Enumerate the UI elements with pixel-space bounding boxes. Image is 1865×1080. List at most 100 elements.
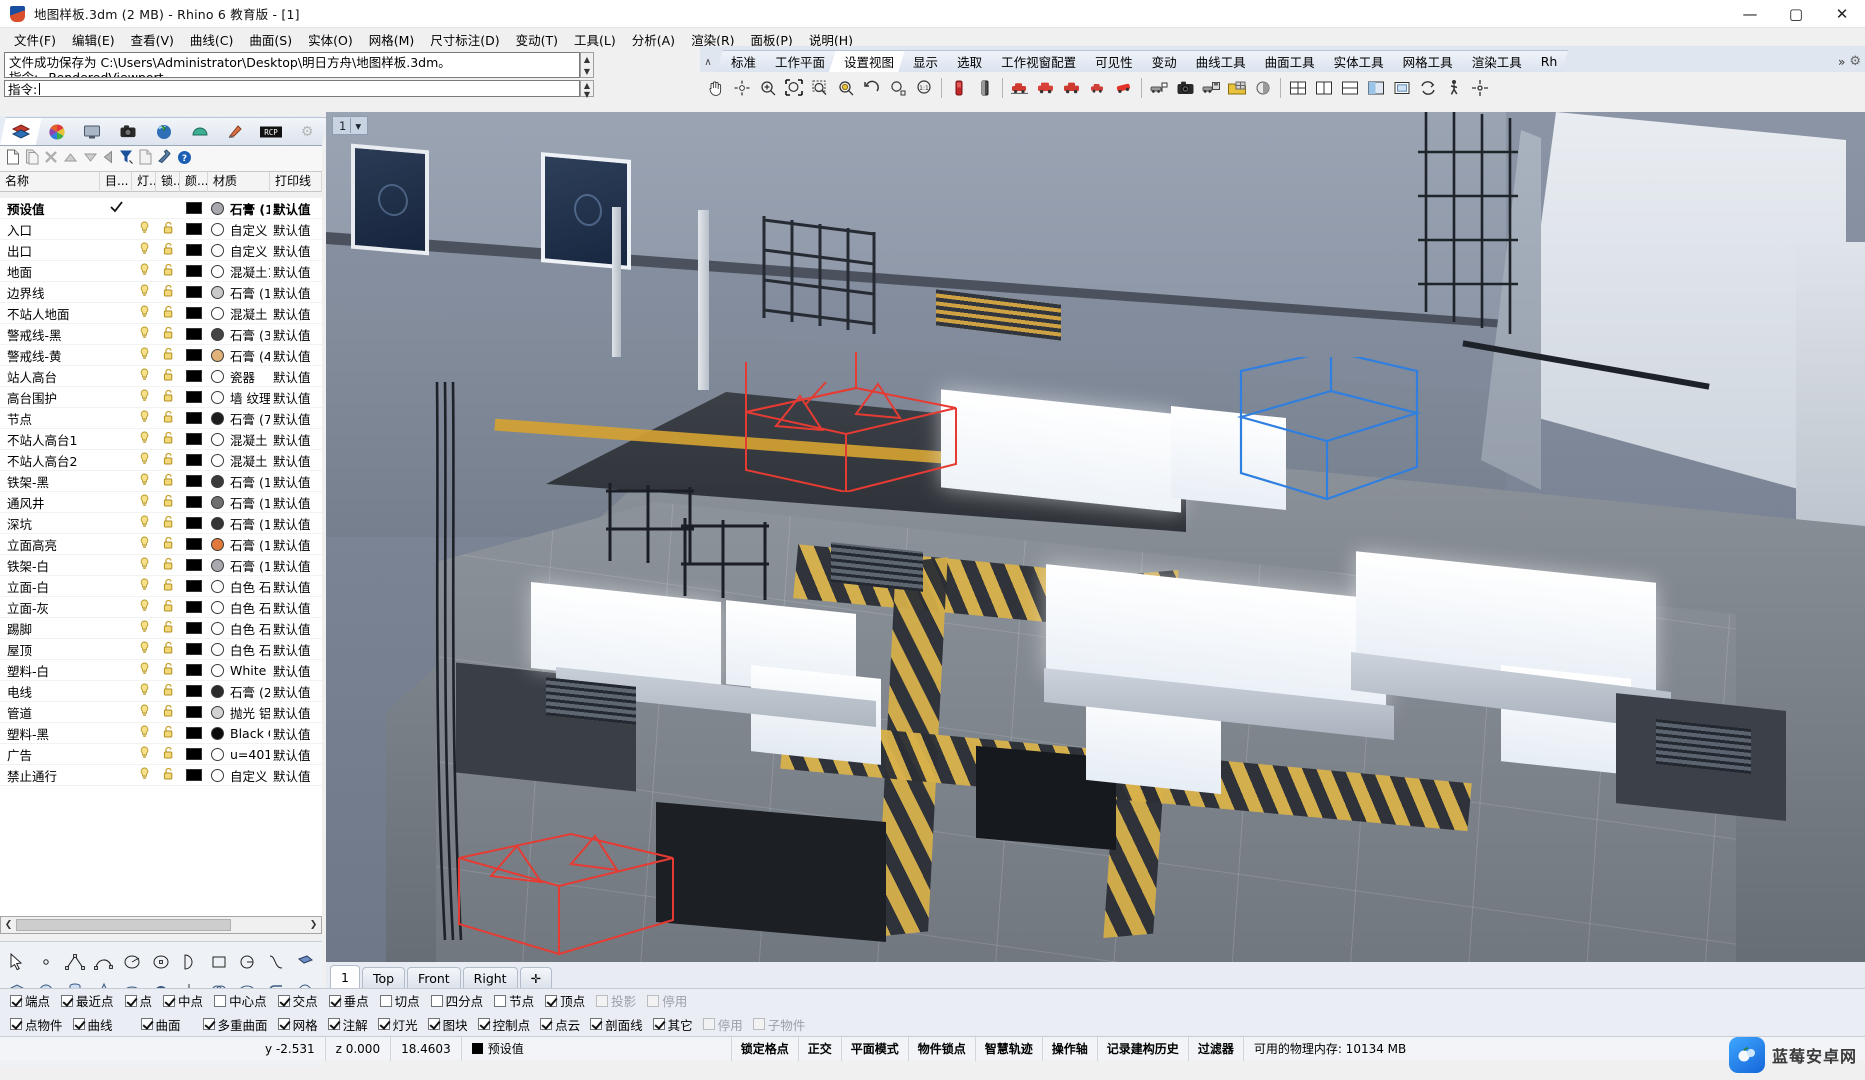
layer-print-width[interactable]: 默认值 (270, 703, 322, 722)
checkbox-icon[interactable] (379, 994, 392, 1007)
layer-material[interactable]: 石膏 (13) (208, 535, 270, 554)
viewport-dropdown-icon[interactable]: ▾ (355, 119, 365, 133)
layer-row[interactable]: 通风井 石膏 (11)默认值 (0, 492, 322, 513)
delete-layer-icon[interactable] (44, 150, 58, 167)
layer-lock-icon[interactable] (156, 683, 180, 699)
checkbox-icon[interactable] (72, 1018, 85, 1030)
checkbox-icon[interactable] (10, 994, 22, 1007)
layer-lock-icon[interactable] (156, 536, 180, 552)
surface-from-points-icon[interactable] (291, 948, 318, 975)
layer-row[interactable]: 深坑 石膏 (12)默认值 (0, 513, 322, 534)
tab-solid-tools[interactable]: 实体工具 (1319, 50, 1395, 72)
set-view-side-icon[interactable] (973, 76, 997, 100)
layer-print-width[interactable]: 默认值 (270, 409, 322, 428)
menu-item-dimension[interactable]: 尺寸标注(D) (422, 28, 507, 51)
checkbox-icon[interactable] (10, 1018, 22, 1030)
status-button-record-history[interactable]: 记录建构历史 (1098, 1036, 1189, 1061)
layer-lock-icon[interactable] (156, 305, 180, 321)
osnap-checkbox-4[interactable]: 中心点 (214, 991, 267, 1010)
layer-color-swatch[interactable] (180, 328, 208, 340)
layer-material[interactable]: 石膏 (10) (208, 472, 270, 491)
status-button-smarttrack[interactable]: 智慧轨迹 (976, 1036, 1043, 1061)
osnap-checkbox-8[interactable]: 四分点 (430, 991, 483, 1010)
layer-visibility-icon[interactable] (132, 515, 156, 531)
menu-item-solid[interactable]: 实体(O) (300, 28, 361, 51)
layer-color-swatch[interactable] (180, 664, 208, 676)
layer-lock-icon[interactable] (156, 221, 180, 237)
tab-visibility[interactable]: 可见性 (1080, 50, 1144, 72)
layer-row[interactable]: 广告 u=4011...默认值 (0, 744, 322, 765)
layer-color-swatch[interactable] (180, 412, 208, 424)
layer-visibility-icon[interactable] (132, 767, 156, 783)
column-header-current[interactable]: 目... (100, 171, 132, 192)
checkbox-icon[interactable] (277, 994, 290, 1007)
layer-print-width[interactable]: 默认值 (270, 367, 322, 386)
status-button-osnap[interactable]: 物件锁点 (909, 1036, 976, 1061)
layer-print-width[interactable]: 默认值 (270, 241, 322, 260)
layer-lock-icon[interactable] (156, 431, 180, 447)
minimize-button[interactable]: — (1727, 0, 1773, 28)
layer-name[interactable]: 高台围护 (0, 388, 100, 407)
layer-print-width[interactable]: 默认值 (270, 598, 322, 617)
panel-tab-environment[interactable] (179, 117, 221, 145)
panel-tab-ground-plane[interactable] (215, 117, 257, 145)
move-up-icon[interactable] (63, 152, 78, 166)
filter-checkbox-0[interactable]: 点物件 (10, 1015, 63, 1034)
layer-color-swatch[interactable] (180, 769, 208, 781)
layer-visibility-icon[interactable] (132, 599, 156, 615)
checkbox-icon[interactable] (214, 994, 227, 1007)
layer-row[interactable]: 屋顶 白色 石...默认值 (0, 639, 322, 660)
column-header-locked[interactable]: 锁... (156, 171, 180, 192)
layer-lock-icon[interactable] (156, 557, 180, 573)
layer-lock-icon[interactable] (156, 242, 180, 258)
layer-visibility-icon[interactable] (132, 326, 156, 342)
checkbox-icon[interactable] (652, 1018, 665, 1030)
osnap-checkbox-9[interactable]: 节点 (494, 991, 534, 1010)
tab-set-view[interactable]: 设置视图 (829, 50, 905, 72)
layer-row[interactable]: 站人高台 瓷器 默认值 (0, 366, 322, 387)
layer-visibility-icon[interactable] (132, 746, 156, 762)
layer-material[interactable]: 石膏 (15) (208, 199, 270, 218)
filter-checkbox-10[interactable]: 剖面线 (590, 1015, 643, 1034)
select-arrow-icon[interactable] (4, 948, 31, 975)
new-layer-icon[interactable] (6, 149, 20, 168)
layer-lock-icon[interactable] (156, 326, 180, 342)
layer-visibility-icon[interactable] (132, 704, 156, 720)
layer-print-width[interactable]: 默认值 (270, 535, 322, 554)
zoom-selected-icon[interactable] (834, 76, 858, 100)
layer-color-swatch[interactable] (180, 349, 208, 361)
layer-row[interactable]: 地面 混凝土1默认值 (0, 261, 322, 282)
layer-name[interactable]: 不站人高台1 (0, 430, 100, 449)
layer-print-width[interactable]: 默认值 (270, 325, 322, 344)
layer-material[interactable]: 自定义 (208, 220, 270, 239)
layer-color-swatch[interactable] (180, 643, 208, 655)
camera-icon[interactable] (1173, 76, 1197, 100)
help-icon[interactable]: ? (177, 150, 192, 168)
checkbox-icon[interactable] (328, 994, 341, 1007)
layer-name[interactable]: 立面-白 (0, 577, 100, 596)
layer-print-width[interactable]: 默认值 (270, 283, 322, 302)
layer-name[interactable]: 塑料-白 (0, 661, 100, 680)
layer-current-toggle[interactable] (100, 200, 132, 216)
filter-checkbox-8[interactable]: 控制点 (477, 1015, 530, 1034)
checkbox-icon[interactable] (327, 1018, 340, 1030)
layer-print-width[interactable]: 默认值 (270, 661, 322, 680)
sync-views-icon[interactable] (1416, 76, 1440, 100)
set-view-front-icon[interactable] (947, 76, 971, 100)
layer-visibility-icon[interactable] (132, 620, 156, 636)
layer-material[interactable]: 石膏 (3) (208, 325, 270, 344)
layer-color-swatch[interactable] (180, 307, 208, 319)
layer-lock-icon[interactable] (156, 704, 180, 720)
scroll-right-icon[interactable]: ❯ (306, 920, 321, 930)
scroll-up-small-icon[interactable]: ▲ (581, 81, 593, 90)
layer-name[interactable]: 禁止通行 (0, 766, 100, 785)
viewport-tab-add[interactable]: ✛ (519, 967, 553, 988)
properties-icon[interactable] (139, 149, 152, 168)
tab-select[interactable]: 选取 (942, 50, 993, 72)
status-button-planar[interactable]: 平面模式 (842, 1036, 909, 1061)
layer-material[interactable]: 石膏 (4) (208, 346, 270, 365)
viewport-tab-top[interactable]: Top (361, 967, 406, 988)
layer-row[interactable]: 立面-白 白色 石...默认值 (0, 576, 322, 597)
panel-tab-display[interactable] (72, 117, 114, 145)
maximize-view-icon[interactable] (1390, 76, 1414, 100)
